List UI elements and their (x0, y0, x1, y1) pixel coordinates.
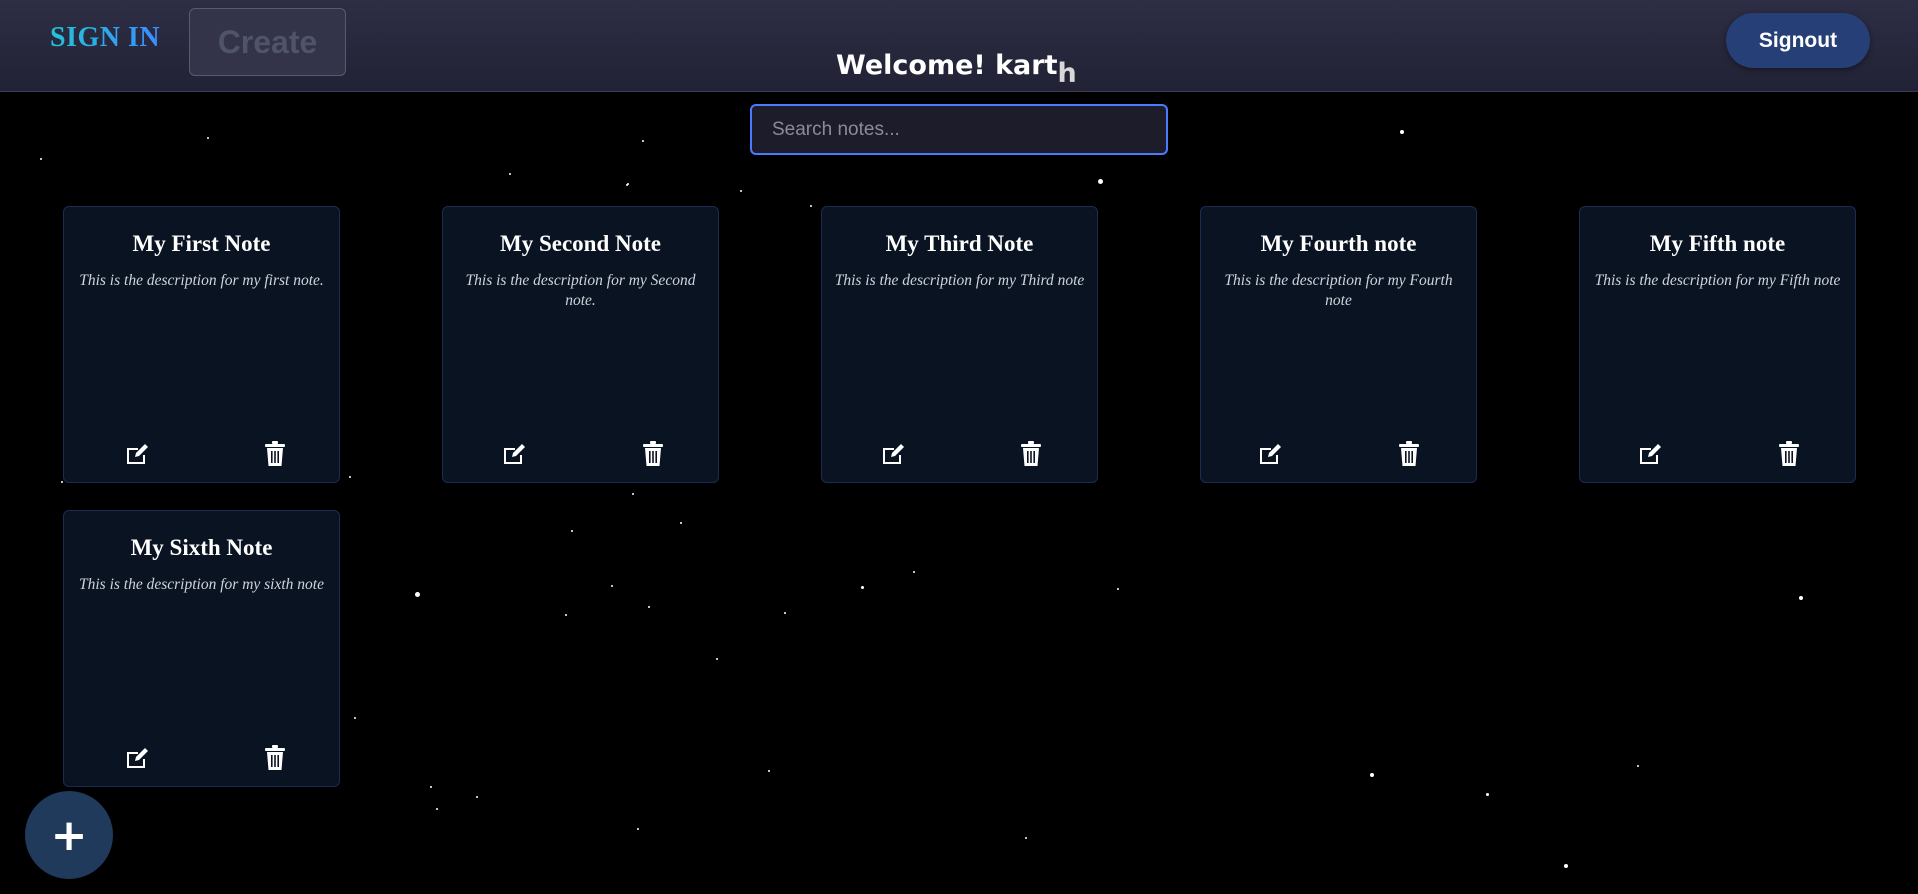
signin-link[interactable]: SIGN IN (50, 22, 160, 54)
signout-button[interactable]: Signout (1726, 13, 1870, 68)
edit-icon[interactable] (122, 438, 154, 470)
note-card-2: My Second Note This is the description f… (442, 206, 719, 483)
note-card-6: My Sixth Note This is the description fo… (63, 510, 340, 787)
note-title: My Second Note (500, 231, 661, 256)
edit-icon[interactable] (499, 438, 531, 470)
welcome-text: Welcome! kart (836, 50, 1058, 81)
note-title: My Fourth note (1260, 231, 1417, 256)
edit-icon[interactable] (1635, 438, 1667, 470)
create-button[interactable]: Create (189, 8, 346, 76)
welcome-text-tail: h (1057, 58, 1077, 89)
note-card-1: My First Note This is the description fo… (63, 206, 340, 483)
note-description: This is the description for my Second no… (465, 272, 696, 309)
edit-icon[interactable] (122, 742, 154, 774)
trash-icon[interactable] (1773, 438, 1805, 470)
search-input[interactable] (750, 104, 1168, 155)
trash-icon[interactable] (1393, 438, 1425, 470)
note-description: This is the description for my sixth not… (79, 576, 324, 593)
note-title: My Third Note (885, 231, 1034, 256)
note-description: This is the description for my Fourth no… (1224, 272, 1453, 309)
note-title: My Fifth note (1649, 231, 1786, 256)
note-description: This is the description for my first not… (79, 272, 324, 289)
trash-icon[interactable] (1015, 438, 1047, 470)
plus-icon: + (50, 809, 88, 861)
trash-icon[interactable] (259, 742, 291, 774)
welcome-message: Welcome! karth (836, 50, 1077, 89)
note-card-5: My Fifth note This is the description fo… (1579, 206, 1856, 483)
edit-icon[interactable] (878, 438, 910, 470)
trash-icon[interactable] (637, 438, 669, 470)
note-description: This is the description for my Fifth not… (1594, 272, 1841, 289)
note-card-3: My Third Note This is the description fo… (821, 206, 1098, 483)
top-navbar: SIGN IN Create Welcome! karth Signout (0, 0, 1918, 92)
add-note-button[interactable]: + (25, 791, 113, 879)
note-title: My Sixth Note (130, 535, 273, 560)
note-card-4: My Fourth note This is the description f… (1200, 206, 1477, 483)
edit-icon[interactable] (1255, 438, 1287, 470)
note-title: My First Note (132, 231, 271, 256)
trash-icon[interactable] (259, 438, 291, 470)
note-description: This is the description for my Third not… (834, 272, 1085, 289)
